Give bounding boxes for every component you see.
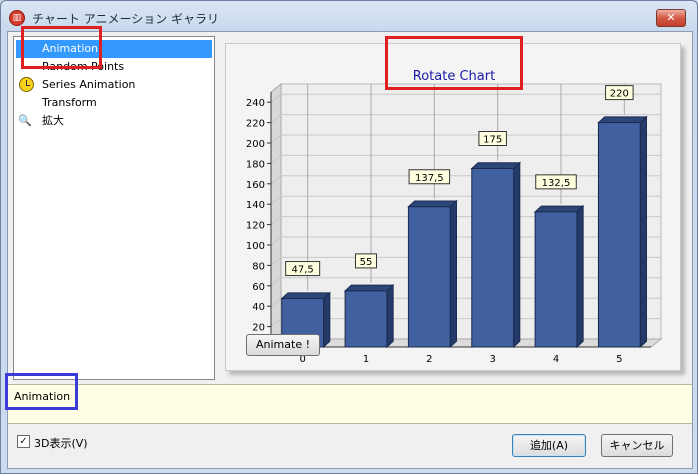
cancel-button[interactable]: キャンセル: [601, 434, 673, 457]
y-tick-label: 160: [246, 180, 265, 191]
list-item-label: Transform: [42, 96, 97, 109]
bar-side: [386, 284, 394, 349]
bar-top: [343, 284, 395, 292]
animation-list[interactable]: Animation Random Points Series Animation…: [13, 36, 215, 380]
data-label: 175: [483, 135, 502, 146]
y-tick-label: 20: [252, 323, 265, 334]
y-tick-label: 100: [246, 241, 265, 252]
bar-chart: 2040608010012014016018020022024047,50551…: [246, 82, 663, 365]
data-label: 47,5: [292, 265, 314, 276]
annotation-red-box-title: [385, 36, 523, 90]
add-button[interactable]: 追加(A): [512, 434, 586, 457]
bar-side: [513, 161, 521, 349]
x-tick-label: 2: [426, 354, 432, 365]
clock-icon: [19, 77, 34, 92]
bar: [344, 290, 388, 348]
chart-panel: 20 40 60 80 100 120 140 160 180 200 220 240 47,5 0 55 1…: [225, 43, 681, 371]
bar-top: [533, 205, 585, 213]
y-tick-label: 220: [246, 119, 265, 130]
list-item-series-animation[interactable]: Series Animation: [16, 76, 212, 94]
bar-side: [639, 115, 647, 349]
bar: [534, 211, 578, 348]
bar-side: [323, 291, 331, 349]
app-icon: ▥: [9, 10, 25, 26]
animate-button[interactable]: Animate !: [246, 334, 320, 356]
y-tick-label: 120: [246, 221, 265, 232]
bar-top: [470, 162, 522, 169]
bar-side: [449, 199, 457, 349]
y-tick-label: 200: [246, 139, 265, 150]
checkbox-box[interactable]: ✓: [17, 435, 30, 448]
x-tick-label: 3: [489, 354, 495, 365]
y-tick-label: 140: [246, 200, 265, 211]
data-label: 132,5: [542, 178, 571, 189]
chart-side-wall: [270, 82, 282, 349]
title-bar: ▥ チャート アニメーション ギャラリ ✕: [1, 1, 697, 31]
bar: [407, 206, 451, 348]
bar: [471, 168, 515, 348]
list-item-label: 拡大: [42, 114, 64, 127]
data-label: 137,5: [415, 173, 444, 184]
window-title: チャート アニメーション ギャラリ: [32, 12, 220, 26]
y-tick-label: 180: [246, 159, 265, 170]
dialog-client-area: Animation Random Points Series Animation…: [7, 31, 693, 469]
data-label: 55: [360, 257, 373, 268]
x-tick-label: 5: [616, 354, 622, 365]
bar: [597, 122, 641, 348]
gallery-window: ▥ チャート アニメーション ギャラリ ✕ Animation Random P…: [0, 0, 698, 474]
zoom-icon: 🔍: [18, 114, 32, 127]
list-item-zoom[interactable]: 🔍 拡大: [16, 112, 212, 130]
bar-top: [407, 200, 458, 208]
data-label: 220: [610, 89, 629, 100]
close-button[interactable]: ✕: [656, 9, 686, 27]
annotation-blue-box-description: [5, 373, 78, 410]
list-item-transform[interactable]: Transform: [16, 94, 212, 112]
x-tick-label: 1: [363, 354, 369, 365]
y-tick-label: 40: [252, 302, 265, 313]
annotation-red-box-list: [21, 26, 102, 69]
y-tick-label: 60: [252, 282, 265, 293]
checkbox-label: 3D表示(V): [34, 437, 88, 450]
description-panel: Animation: [8, 384, 692, 424]
x-tick-label: 4: [553, 354, 559, 365]
y-tick-label: 240: [246, 98, 265, 109]
list-item-label: Series Animation: [42, 78, 136, 91]
bar-top: [280, 292, 332, 300]
bar-top: [597, 116, 648, 124]
bar-side: [576, 205, 584, 349]
y-tick-label: 80: [252, 261, 265, 272]
